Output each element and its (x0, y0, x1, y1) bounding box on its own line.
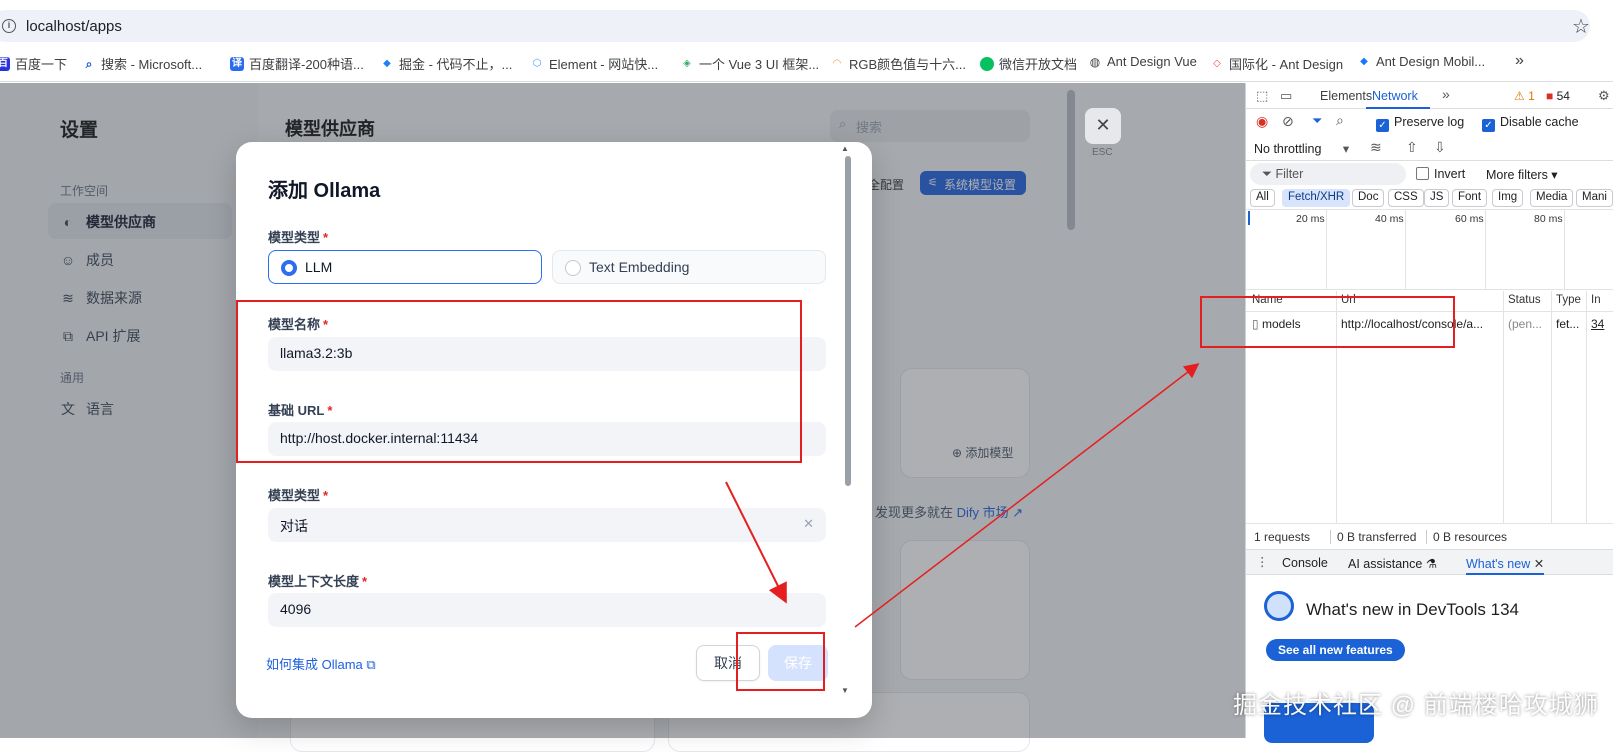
arrow-to-request (854, 363, 1200, 628)
watermark: 掘金技术社区 @ 前端楼哈攻城狮 (1233, 692, 1599, 719)
arrow-to-save (725, 481, 787, 604)
annotation-arrows (725, 363, 1200, 628)
